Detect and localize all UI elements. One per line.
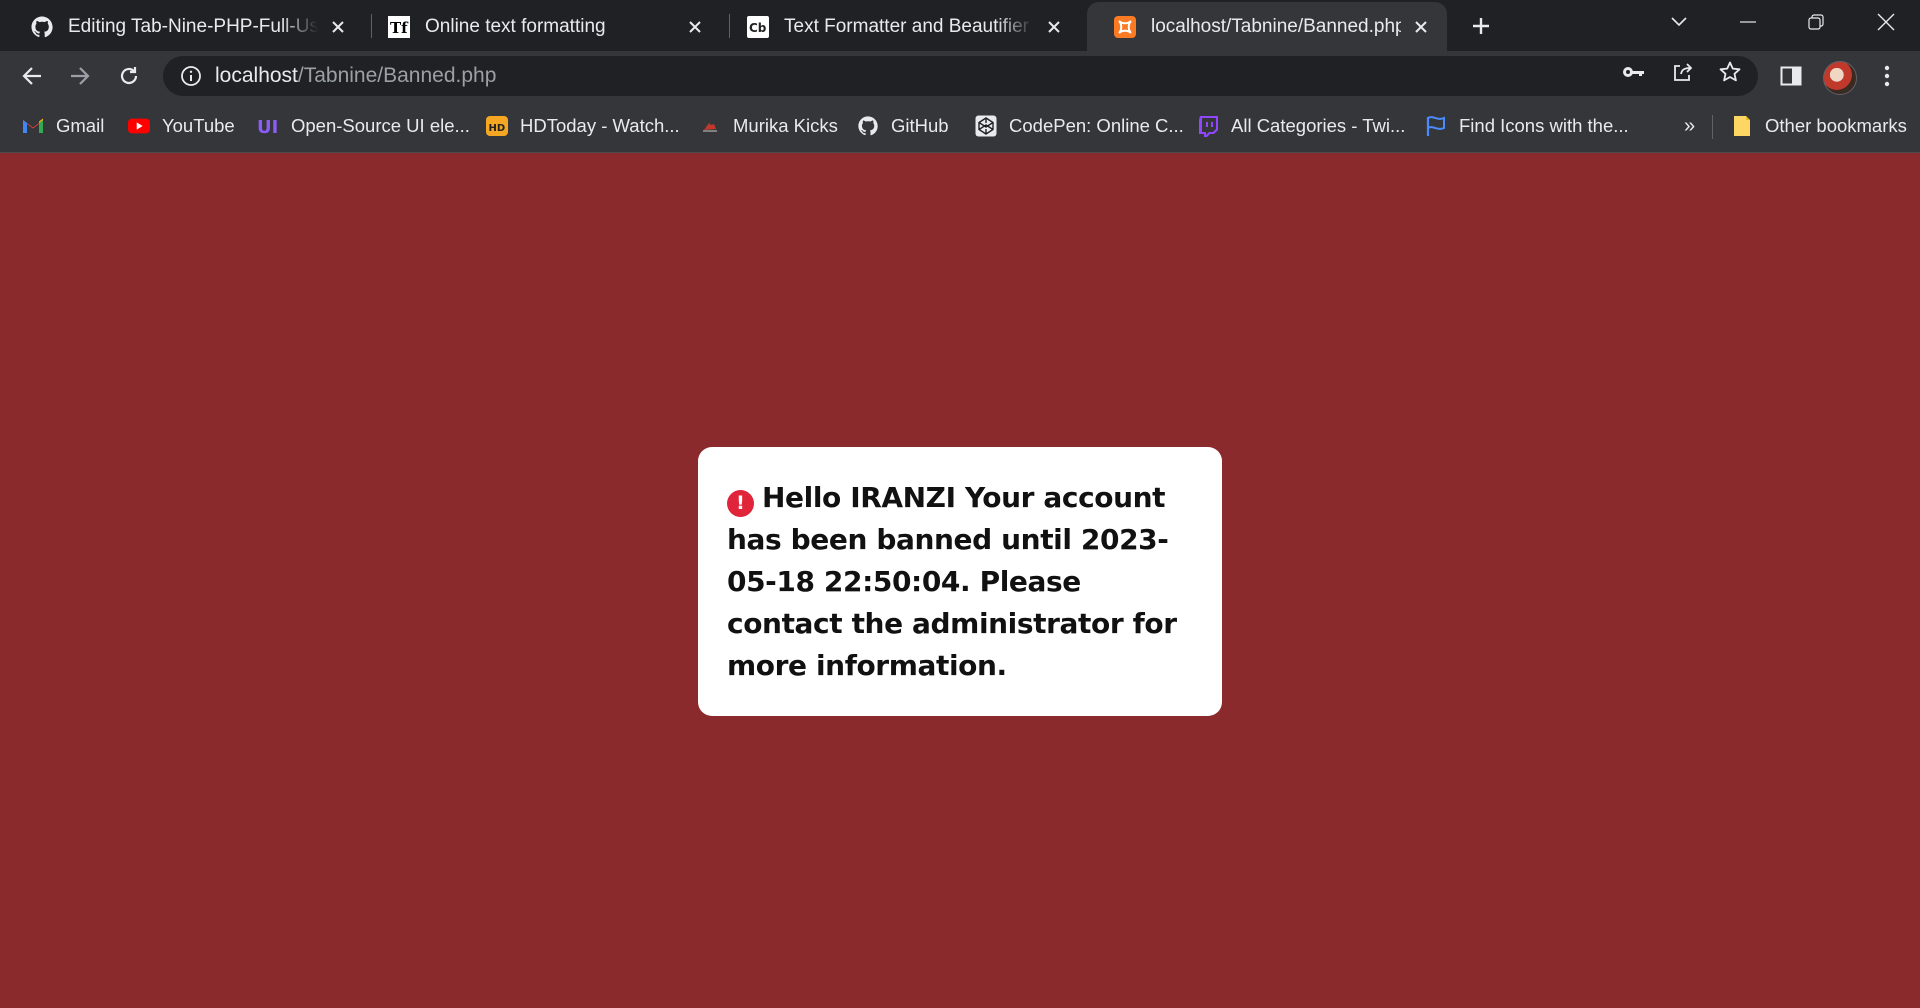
side-panel-icon <box>1780 66 1802 86</box>
github-icon <box>30 15 54 39</box>
restore-button[interactable] <box>1788 0 1844 44</box>
profile-avatar[interactable] <box>1823 61 1857 95</box>
back-arrow-icon <box>22 67 41 85</box>
tab-title: Online text formatting <box>425 15 606 37</box>
forward-button[interactable] <box>64 60 96 92</box>
reload-button[interactable] <box>113 60 145 92</box>
bookmark-label: Murika Kicks <box>733 115 838 136</box>
bookmark-open-source-ui[interactable]: UI Open-Source UI ele... <box>257 113 470 139</box>
close-icon <box>1877 13 1895 31</box>
restore-icon <box>1808 14 1824 30</box>
minimize-icon <box>1740 21 1756 23</box>
new-tab-button[interactable] <box>1466 11 1496 41</box>
bookmarks-separator <box>1712 115 1713 139</box>
ban-message-text: Hello IRANZI Your account has been banne… <box>727 481 1177 682</box>
alert-exclamation-icon: ! <box>727 489 754 517</box>
close-icon[interactable] <box>326 15 350 39</box>
bookmark-label: YouTube <box>162 115 235 136</box>
forward-arrow-icon <box>71 67 90 85</box>
tab-online-text-formatting[interactable]: Tf Online text formatting <box>361 2 721 51</box>
folder-icon <box>1731 115 1753 137</box>
ban-message: ! Hello IRANZI Your account has been bann… <box>727 477 1194 687</box>
menu-button[interactable] <box>1871 60 1903 92</box>
back-button[interactable] <box>16 60 48 92</box>
bookmark-label: Other bookmarks <box>1765 115 1907 136</box>
reload-icon <box>120 67 138 85</box>
bookmark-youtube[interactable]: YouTube <box>128 113 235 139</box>
bookmarks-bar: Gmail YouTube UI Open-Source UI ele... H… <box>0 101 1920 153</box>
bookmark-label: GitHub <box>891 115 949 136</box>
uiverse-icon: UI <box>257 115 279 137</box>
svg-text:UI: UI <box>257 117 278 137</box>
url-host: localhost <box>215 64 298 87</box>
tab-title: Editing Tab-Nine-PHP-Full-User-Auth <box>68 15 318 37</box>
tab-banned-page[interactable]: localhost/Tabnine/Banned.php <box>1087 2 1447 51</box>
bookmark-find-icons[interactable]: Find Icons with the... <box>1425 113 1629 139</box>
kebab-menu-icon <box>1884 65 1890 87</box>
url-path: /Tabnine/Banned.php <box>297 64 497 87</box>
hd-icon: HD <box>486 115 508 137</box>
tab-github-editing[interactable]: Editing Tab-Nine-PHP-Full-User-Auth <box>4 2 364 51</box>
svg-text:Tf: Tf <box>390 19 409 37</box>
svg-text:HD: HD <box>489 123 506 134</box>
bookmark-murika-kicks[interactable]: Murika Kicks <box>699 113 838 139</box>
bookmark-hdtoday[interactable]: HD HDToday - Watch... <box>486 113 680 139</box>
bookmark-label: Open-Source UI ele... <box>291 115 470 136</box>
flag-icon <box>1425 115 1447 137</box>
shoe-icon <box>699 115 721 137</box>
gmail-icon <box>22 115 44 137</box>
bookmarks-overflow-button[interactable]: » <box>1684 113 1695 139</box>
bookmark-label: Find Icons with the... <box>1459 115 1629 136</box>
close-window-button[interactable] <box>1858 0 1914 44</box>
url-text: localhost/Tabnine/Banned.php <box>215 64 496 88</box>
bookmark-star-icon[interactable] <box>1717 59 1743 85</box>
bookmark-github[interactable]: GitHub <box>857 113 949 139</box>
chevron-down-icon <box>1671 17 1687 27</box>
tab-title: localhost/Tabnine/Banned.php <box>1151 15 1401 37</box>
close-icon[interactable] <box>1042 15 1066 39</box>
chevron-double-right-icon: » <box>1684 114 1696 137</box>
youtube-icon <box>128 115 150 137</box>
tab-search-button[interactable] <box>1651 0 1707 44</box>
twitch-icon <box>1197 115 1219 137</box>
side-panel-button[interactable] <box>1775 60 1807 92</box>
bookmark-label: Gmail <box>56 115 105 136</box>
ban-message-card: ! Hello IRANZI Your account has been bann… <box>698 447 1222 716</box>
github-icon <box>857 115 879 137</box>
browser-toolbar: localhost/Tabnine/Banned.php <box>0 51 1920 101</box>
close-icon[interactable] <box>1409 15 1433 39</box>
bookmark-label: CodePen: Online C... <box>1009 115 1184 136</box>
tab-strip: Editing Tab-Nine-PHP-Full-User-Auth Tf O… <box>0 0 1920 51</box>
bookmark-gmail[interactable]: Gmail <box>22 113 104 139</box>
bookmark-twitch[interactable]: All Categories - Twi... <box>1197 113 1405 139</box>
tab-title: Text Formatter and Beautifier to format <box>784 15 1034 37</box>
close-icon[interactable] <box>683 15 707 39</box>
password-key-icon[interactable] <box>1621 59 1647 85</box>
bookmark-label: HDToday - Watch... <box>520 115 680 136</box>
address-bar[interactable]: localhost/Tabnine/Banned.php <box>163 56 1758 96</box>
tab-text-formatter-beautifier[interactable]: Cb Text Formatter and Beautifier to form… <box>720 2 1080 51</box>
cb-icon: Cb <box>746 15 770 39</box>
minimize-button[interactable] <box>1720 0 1776 44</box>
info-icon[interactable] <box>179 64 203 88</box>
bookmark-codepen[interactable]: CodePen: Online C... <box>975 113 1184 139</box>
codepen-icon <box>975 115 997 137</box>
svg-text:Cb: Cb <box>749 21 767 35</box>
bookmark-label: All Categories - Twi... <box>1231 115 1406 136</box>
text-format-icon: Tf <box>387 15 411 39</box>
share-icon[interactable] <box>1670 59 1696 85</box>
xampp-icon <box>1113 15 1137 39</box>
other-bookmarks-folder[interactable]: Other bookmarks <box>1731 113 1907 139</box>
